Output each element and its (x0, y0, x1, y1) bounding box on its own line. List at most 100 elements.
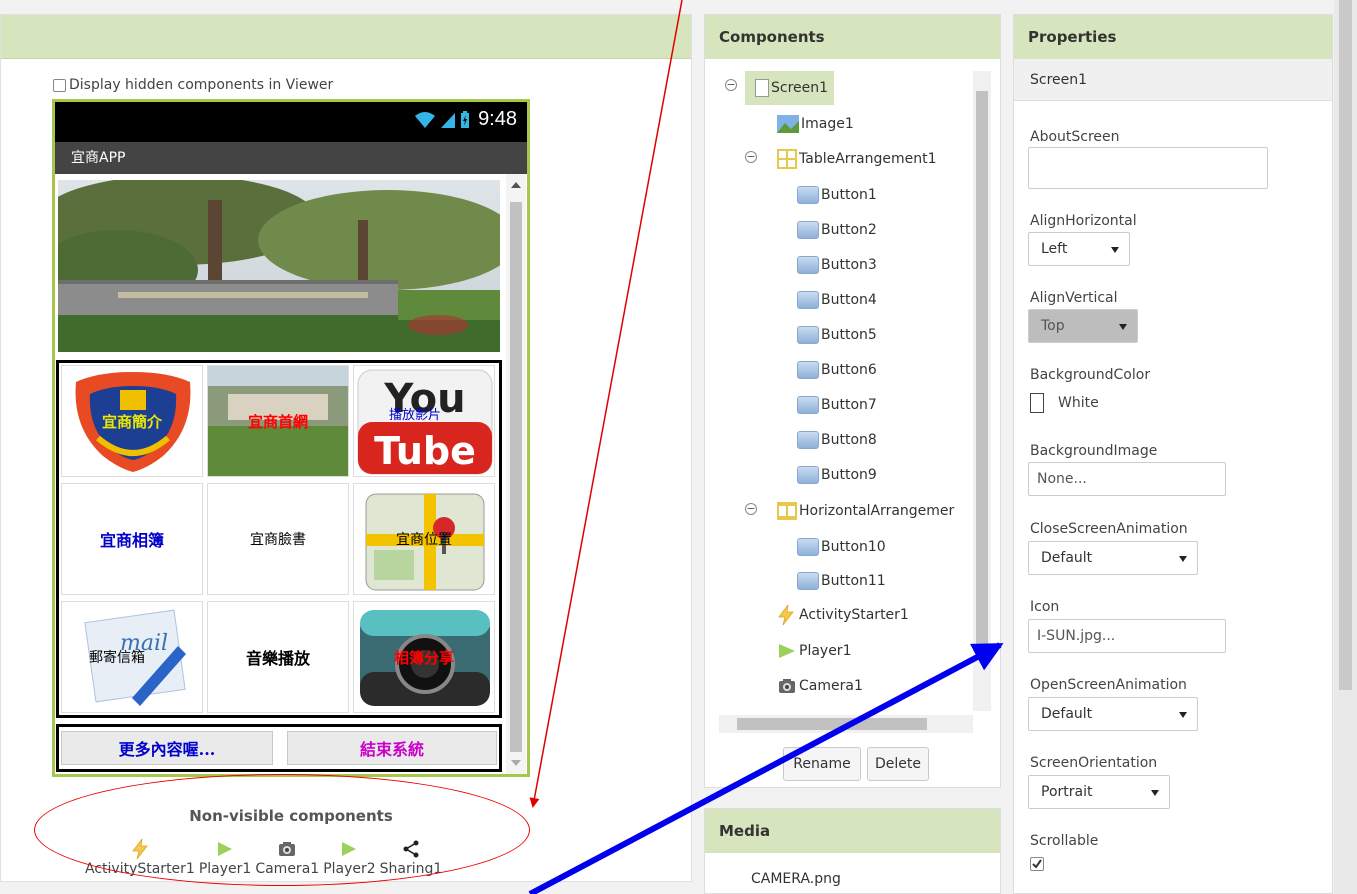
button-icon (797, 572, 819, 590)
background-image-input[interactable]: None... (1028, 462, 1226, 496)
tree-button1[interactable]: Button1 (797, 183, 877, 207)
tree-button3[interactable]: Button3 (797, 253, 877, 277)
tree-button5[interactable]: Button5 (797, 323, 877, 347)
campus-photo (58, 180, 500, 352)
open-animation-select[interactable]: Default (1028, 697, 1198, 731)
button-icon (797, 186, 819, 204)
tree-label: TableArrangement1 (799, 151, 937, 167)
page-scroll-thumb[interactable] (1339, 0, 1352, 690)
scrollable-checkbox[interactable] (1030, 857, 1044, 871)
grid-button-4[interactable]: 宜商相簿 (61, 483, 203, 595)
grid-button-8[interactable]: 音樂播放 (207, 601, 349, 713)
grid-button-label: 音樂播放 (245, 649, 310, 668)
horizontal-arrangement-icon (777, 502, 797, 520)
button-icon (797, 326, 819, 344)
background-color-value: White (1058, 395, 1099, 411)
grid-button-5[interactable]: 宜商臉書 (207, 483, 349, 595)
phone-scrollbar[interactable] (506, 174, 526, 774)
tree-tablearrangement1[interactable]: TableArrangement1 (777, 147, 937, 171)
grid-button-label: 播放影片 (388, 407, 441, 423)
background-color-picker[interactable]: White (1030, 393, 1099, 413)
grid-button-2[interactable]: 宜商首網 (207, 365, 349, 477)
tree-screen1[interactable]: Screen1 (745, 71, 835, 105)
tree-player1[interactable]: Player1 (777, 639, 851, 663)
exit-system-button[interactable]: 結束系統 (287, 731, 497, 765)
youtube-logo-bottom: Tube (374, 429, 476, 473)
tree-vertical-scrollbar[interactable] (973, 71, 991, 711)
grid-button-label: 宜商臉書 (250, 532, 306, 548)
media-file-item[interactable]: CAMERA.png (751, 871, 841, 887)
more-content-button[interactable]: 更多內容喔... (61, 731, 273, 765)
tree-camera1[interactable]: Camera1 (777, 674, 863, 698)
open-animation-value: Default (1041, 706, 1093, 722)
status-bar: 9:48 (55, 102, 527, 142)
grid-button-1[interactable]: 宜商簡介 (61, 365, 203, 477)
tree-button7[interactable]: Button7 (797, 393, 877, 417)
display-hidden-checkbox-row[interactable]: Display hidden components in Viewer (53, 77, 333, 93)
tree-button4[interactable]: Button4 (797, 288, 877, 312)
button-icon (797, 396, 819, 414)
button-icon (797, 256, 819, 274)
tree-activitystarter1[interactable]: ActivityStarter1 (777, 603, 909, 627)
about-screen-textarea[interactable] (1028, 147, 1268, 189)
button-icon (797, 291, 819, 309)
viewer-panel: Display hidden components in Viewer 9:48… (0, 14, 692, 882)
about-screen-label: AboutScreen (1030, 129, 1120, 145)
collapse-screen-icon[interactable]: − (725, 79, 737, 91)
grid-button-6[interactable]: 宜商位置 (353, 483, 495, 595)
grid-button-7[interactable]: mail 郵寄信箱 (61, 601, 203, 713)
tree-button2[interactable]: Button2 (797, 218, 877, 242)
close-animation-label: CloseScreenAnimation (1030, 521, 1188, 537)
align-vertical-select[interactable]: Top (1028, 309, 1138, 343)
grid-button-label: 宜商相簿 (99, 531, 164, 550)
screen-orientation-label: ScreenOrientation (1030, 755, 1158, 771)
tree-label: Button9 (821, 467, 877, 483)
tree-button8[interactable]: Button8 (797, 428, 877, 452)
scroll-up-arrow-icon[interactable] (511, 182, 521, 188)
tree-label: Button8 (821, 432, 877, 448)
collapse-table-icon[interactable]: − (745, 151, 757, 163)
grid-button-label: 郵寄信箱 (89, 650, 145, 666)
scroll-down-arrow-icon[interactable] (511, 760, 521, 766)
tree-button10[interactable]: Button10 (797, 535, 886, 559)
tree-horizontalarrangement1[interactable]: HorizontalArrangemer (777, 499, 973, 523)
nonvisible-highlight-oval (34, 774, 530, 886)
tree-vertical-thumb[interactable] (976, 91, 988, 647)
button-icon (797, 361, 819, 379)
media-panel: Media CAMERA.png (704, 808, 1001, 894)
button-icon (797, 466, 819, 484)
tree-button11[interactable]: Button11 (797, 569, 886, 593)
screen-orientation-select[interactable]: Portrait (1028, 775, 1170, 809)
table-arrangement: 宜商簡介 宜商首網 You Tube 播放影片 宜商相簿 宜商臉書 宜商位置 m… (56, 360, 502, 718)
close-animation-select[interactable]: Default (1028, 541, 1198, 575)
app-title-bar: 宜商APP (55, 142, 527, 174)
exit-system-label: 結束系統 (359, 740, 424, 759)
grid-button-3[interactable]: You Tube 播放影片 (353, 365, 495, 477)
tree-label: Button3 (821, 257, 877, 273)
horizontal-arrangement: 更多內容喔... 結束系統 (56, 724, 502, 772)
collapse-horizontal-icon[interactable]: − (745, 503, 757, 515)
rename-button[interactable]: Rename (783, 747, 861, 781)
tree-horizontal-scrollbar[interactable] (719, 715, 973, 733)
tree-button6[interactable]: Button6 (797, 358, 877, 382)
grid-button-label: 宜商簡介 (101, 412, 162, 431)
screen-orientation-value: Portrait (1041, 784, 1093, 800)
phone-scroll-thumb[interactable] (510, 202, 522, 752)
grid-button-9[interactable]: 相簿分享 (353, 601, 495, 713)
status-icons: 9:48 (414, 108, 517, 131)
tree-label: Button2 (821, 222, 877, 238)
tree-button9[interactable]: Button9 (797, 463, 877, 487)
tree-horizontal-thumb[interactable] (737, 718, 927, 730)
icon-input[interactable]: I-SUN.jpg... (1028, 619, 1226, 653)
dropdown-caret-icon (1179, 556, 1187, 562)
tree-label: Button10 (821, 539, 886, 555)
align-horizontal-select[interactable]: Left (1028, 232, 1130, 266)
button-icon (797, 538, 819, 556)
delete-button[interactable]: Delete (867, 747, 929, 781)
page-scrollbar[interactable] (1334, 0, 1357, 894)
display-hidden-checkbox[interactable] (53, 78, 66, 92)
signal-icon (441, 112, 456, 128)
phone-preview: 9:48 宜商APP 宜商簡介 宜商首網 You Tube 播放影片 宜商相簿 … (52, 99, 530, 777)
button-icon (797, 431, 819, 449)
tree-image1[interactable]: Image1 (777, 112, 854, 136)
